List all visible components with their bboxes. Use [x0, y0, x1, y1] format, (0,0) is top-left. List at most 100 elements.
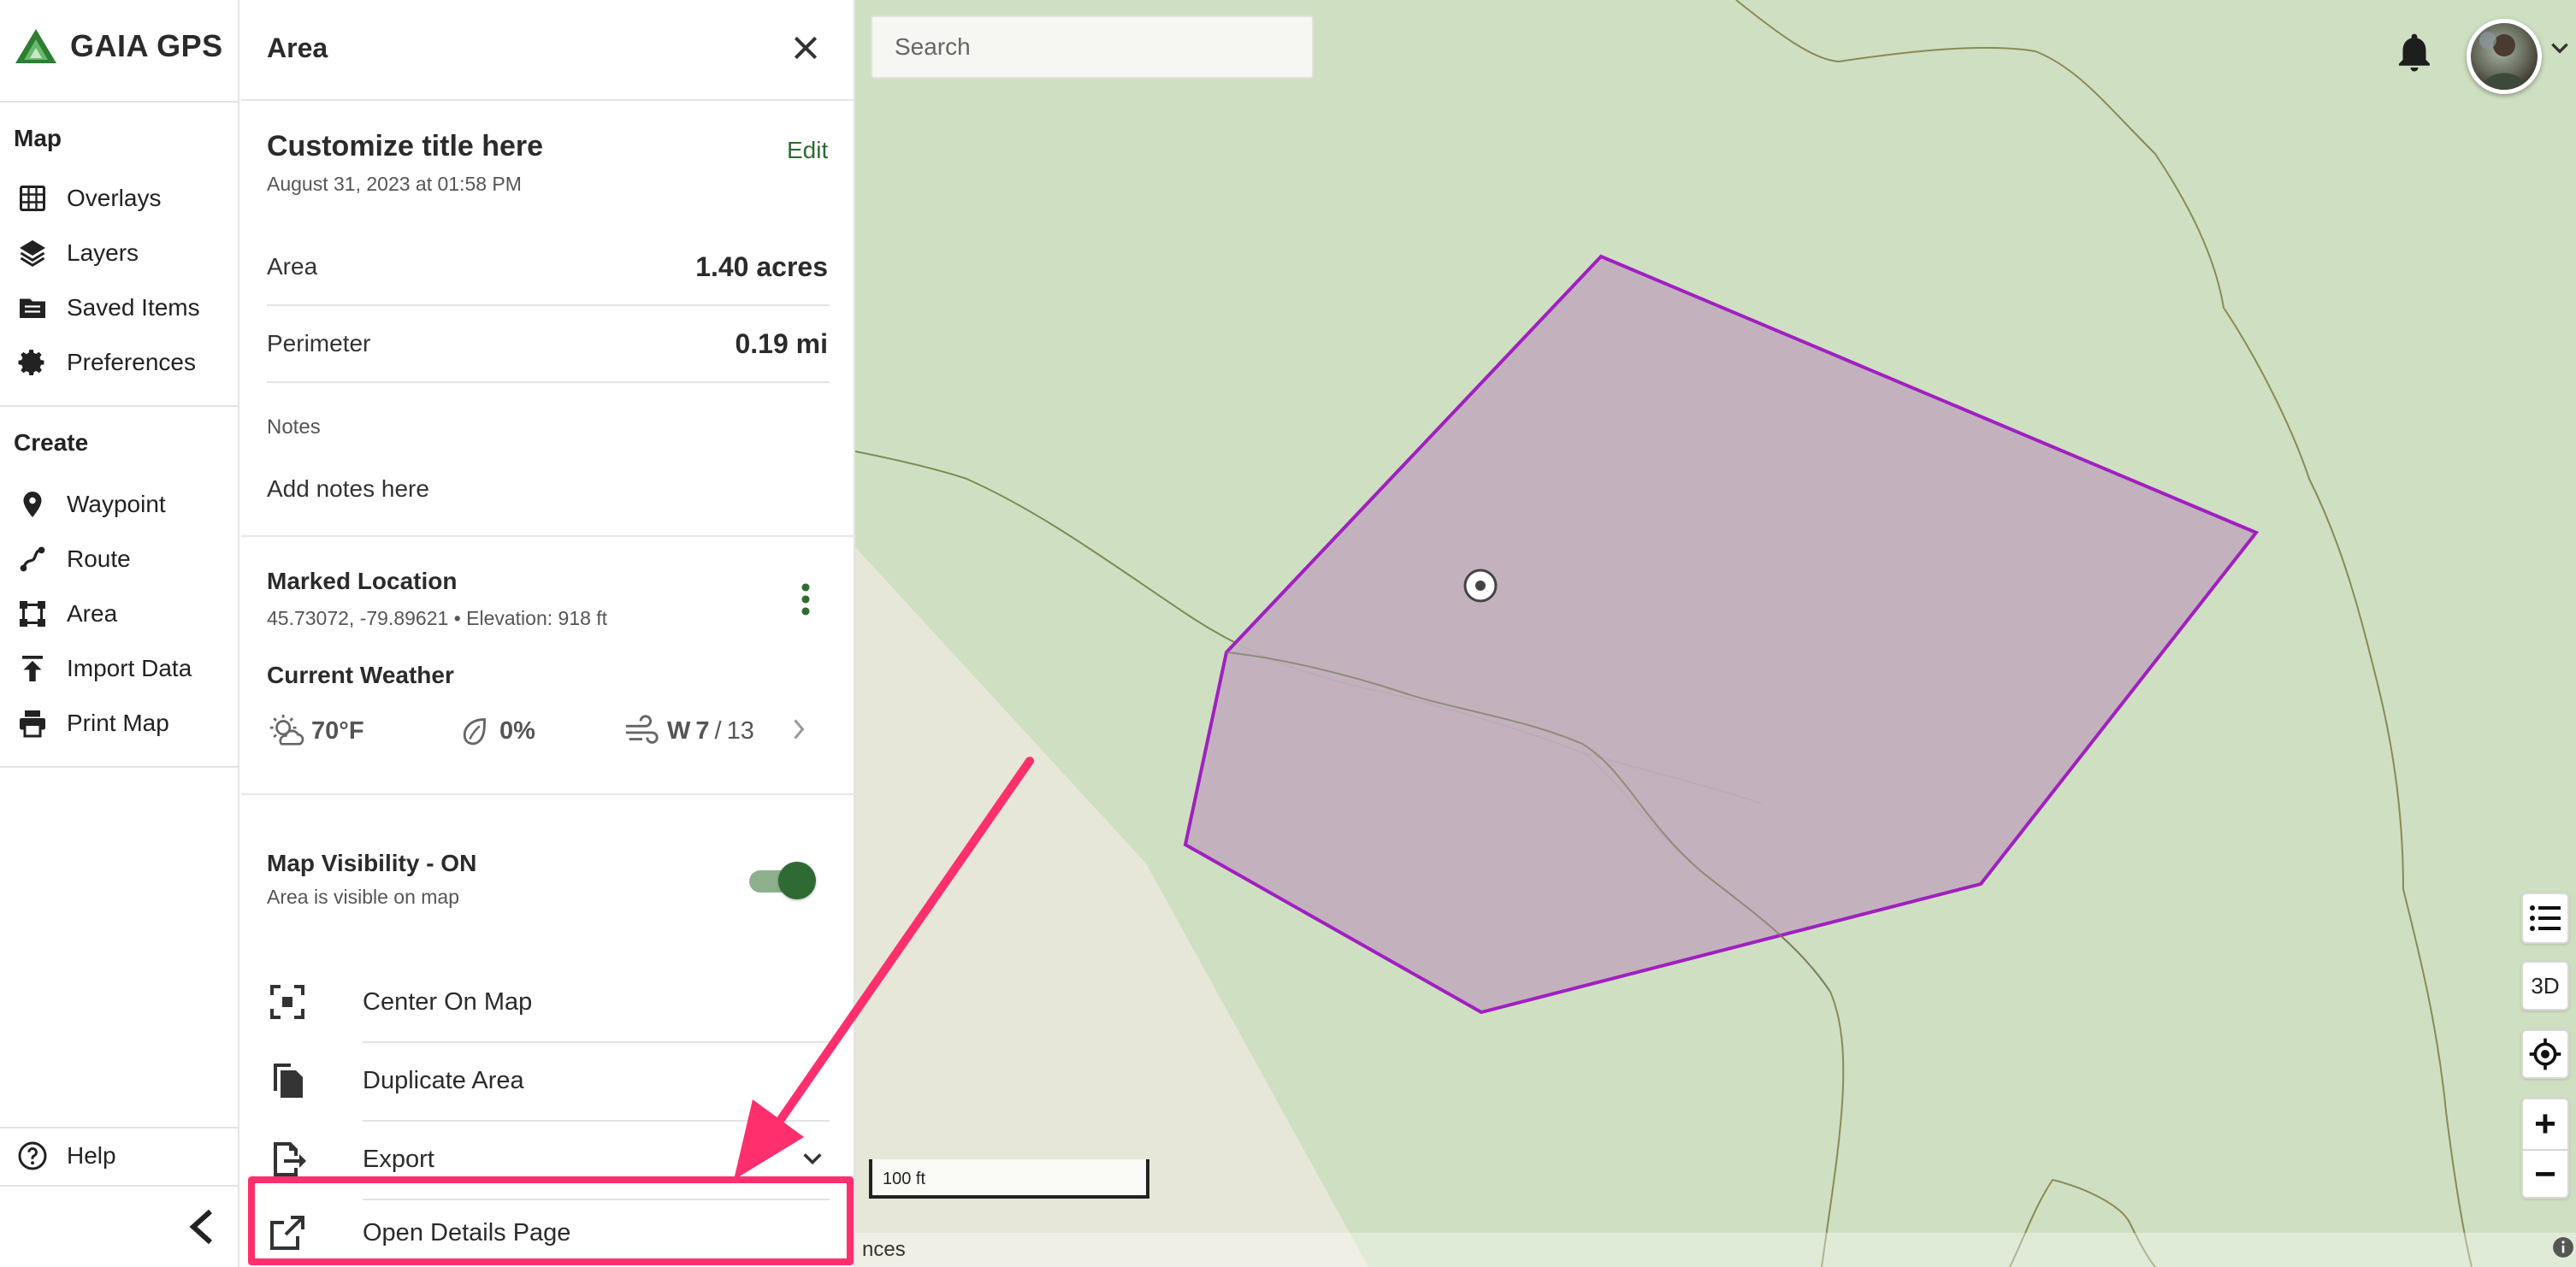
- stat-value-perimeter: 0.19 mi: [735, 328, 828, 359]
- map-visibility-toggle[interactable]: [749, 862, 816, 899]
- wind-speed: 7: [695, 716, 710, 745]
- account-menu-chevron-icon[interactable]: [2549, 39, 2571, 56]
- divider: [241, 99, 855, 101]
- export-button[interactable]: Export: [241, 1120, 855, 1199]
- nav-item-label: Layers: [67, 239, 139, 266]
- zoom-out-button[interactable]: −: [2523, 1149, 2567, 1199]
- notes-field[interactable]: Add notes here: [267, 475, 429, 503]
- attribution-text: nces: [862, 1238, 906, 1261]
- nav-item-layers[interactable]: Layers: [0, 226, 238, 280]
- nav-heading-create: Create: [14, 429, 89, 456]
- nav-item-label: Saved Items: [67, 294, 200, 321]
- nav-item-label: Preferences: [67, 349, 196, 375]
- nav-item-print-map[interactable]: Print Map: [0, 696, 238, 751]
- route-icon: [20, 546, 45, 572]
- stat-value-area: 1.40 acres: [695, 251, 828, 282]
- map-list-button[interactable]: [2521, 893, 2569, 944]
- divider: [267, 304, 830, 306]
- center-icon: [270, 985, 304, 1019]
- nav-heading-map: Map: [14, 125, 62, 151]
- nav-item-label: Help: [67, 1142, 116, 1169]
- partly-sunny-icon: [269, 714, 304, 745]
- info-icon[interactable]: [2552, 1236, 2574, 1258]
- nav-item-overlays[interactable]: Overlays: [0, 171, 238, 226]
- nav-item-label: Import Data: [67, 655, 192, 681]
- brand-logo[interactable]: GAIA GPS: [14, 27, 223, 65]
- wind-direction: W: [667, 716, 691, 745]
- weather-title: Current Weather: [267, 662, 454, 688]
- open-external-icon: [270, 1216, 304, 1250]
- area-polygon: [1183, 254, 2260, 1015]
- nav-item-waypoint[interactable]: Waypoint: [0, 477, 238, 532]
- locate-me-button[interactable]: [2521, 1029, 2569, 1079]
- gear-icon: [18, 350, 44, 375]
- zoom-in-button[interactable]: +: [2523, 1099, 2567, 1149]
- scale-label: 100 ft: [883, 1170, 926, 1188]
- precipitation-value: 0%: [499, 716, 535, 745]
- map-visibility-subtitle: Area is visible on map: [267, 886, 459, 908]
- user-avatar[interactable]: [2467, 19, 2542, 94]
- map-visibility-title: Map Visibility - ON: [267, 850, 477, 876]
- view-3d-button[interactable]: 3D: [2521, 961, 2569, 1011]
- layers-icon: [20, 240, 45, 268]
- divider: [0, 101, 239, 103]
- edit-button[interactable]: Edit: [787, 137, 828, 164]
- divider: [0, 766, 239, 768]
- open-details-page-button[interactable]: Open Details Page: [241, 1199, 855, 1267]
- created-date: August 31, 2023 at 01:58 PM: [267, 173, 522, 195]
- notification-bell-icon[interactable]: [2391, 29, 2437, 75]
- weather-temp: 70°F: [267, 711, 364, 751]
- duplicate-icon: [274, 1064, 303, 1098]
- action-label: Duplicate Area: [363, 1066, 524, 1094]
- wind-icon: [625, 715, 659, 744]
- nav-item-label: Print Map: [67, 710, 169, 736]
- weather-details-chevron-icon[interactable]: [789, 716, 809, 742]
- nav-item-help[interactable]: Help: [0, 1129, 238, 1183]
- area-title[interactable]: Customize title here: [267, 130, 543, 163]
- print-icon: [20, 710, 45, 738]
- stat-label-area: Area: [267, 253, 318, 280]
- list-icon: [2530, 905, 2561, 931]
- map-scale-bar: 100 ft: [869, 1159, 1149, 1199]
- search-input[interactable]: [871, 15, 1314, 79]
- panel-title: Area: [267, 32, 328, 63]
- nav-item-import-data[interactable]: Import Data: [0, 641, 238, 696]
- collapse-sidebar-chevron-icon[interactable]: [185, 1205, 219, 1248]
- nav-item-label: Waypoint: [67, 491, 166, 517]
- nav-item-label: Area: [67, 600, 118, 627]
- notes-label: Notes: [267, 415, 321, 439]
- action-label: Center On Map: [363, 987, 533, 1016]
- weather-wind: W 7 / 13: [623, 711, 754, 751]
- map-terrain: [855, 0, 2473, 1267]
- more-options-icon[interactable]: [795, 581, 816, 617]
- map-canvas[interactable]: [855, 0, 2576, 1267]
- nav-item-preferences[interactable]: Preferences: [0, 335, 238, 390]
- left-nav: GAIA GPS Map Overlays Layers Saved Items…: [0, 0, 239, 1267]
- divider: [0, 405, 239, 407]
- duplicate-area-button[interactable]: Duplicate Area: [241, 1041, 855, 1120]
- action-label: Export: [363, 1145, 434, 1173]
- folder-icon: [20, 298, 45, 318]
- nav-item-saved-items[interactable]: Saved Items: [0, 280, 238, 335]
- area-detail-panel: Area Customize title here Edit August 31…: [241, 0, 855, 1267]
- action-label: Open Details Page: [363, 1218, 571, 1246]
- nav-item-label: Overlays: [67, 185, 162, 211]
- divider: [267, 381, 830, 383]
- divider: [241, 793, 855, 795]
- nav-item-route[interactable]: Route: [0, 532, 238, 586]
- nav-item-area[interactable]: Area: [0, 586, 238, 641]
- close-icon[interactable]: [789, 31, 823, 65]
- brand-name: GAIA GPS: [70, 28, 223, 63]
- stat-label-perimeter: Perimeter: [267, 330, 371, 357]
- nav-item-label: Route: [67, 545, 131, 572]
- weather-precip: 0%: [455, 711, 535, 751]
- avatar-photo: [2479, 32, 2527, 90]
- raindrop-icon: [463, 718, 486, 745]
- divider: [0, 1185, 239, 1187]
- overlays-icon: [20, 186, 45, 211]
- pin-icon: [23, 492, 42, 517]
- chevron-down-icon[interactable]: [801, 1149, 824, 1168]
- upload-icon: [22, 656, 43, 681]
- center-on-map-button[interactable]: Center On Map: [241, 963, 855, 1041]
- export-icon: [274, 1142, 306, 1176]
